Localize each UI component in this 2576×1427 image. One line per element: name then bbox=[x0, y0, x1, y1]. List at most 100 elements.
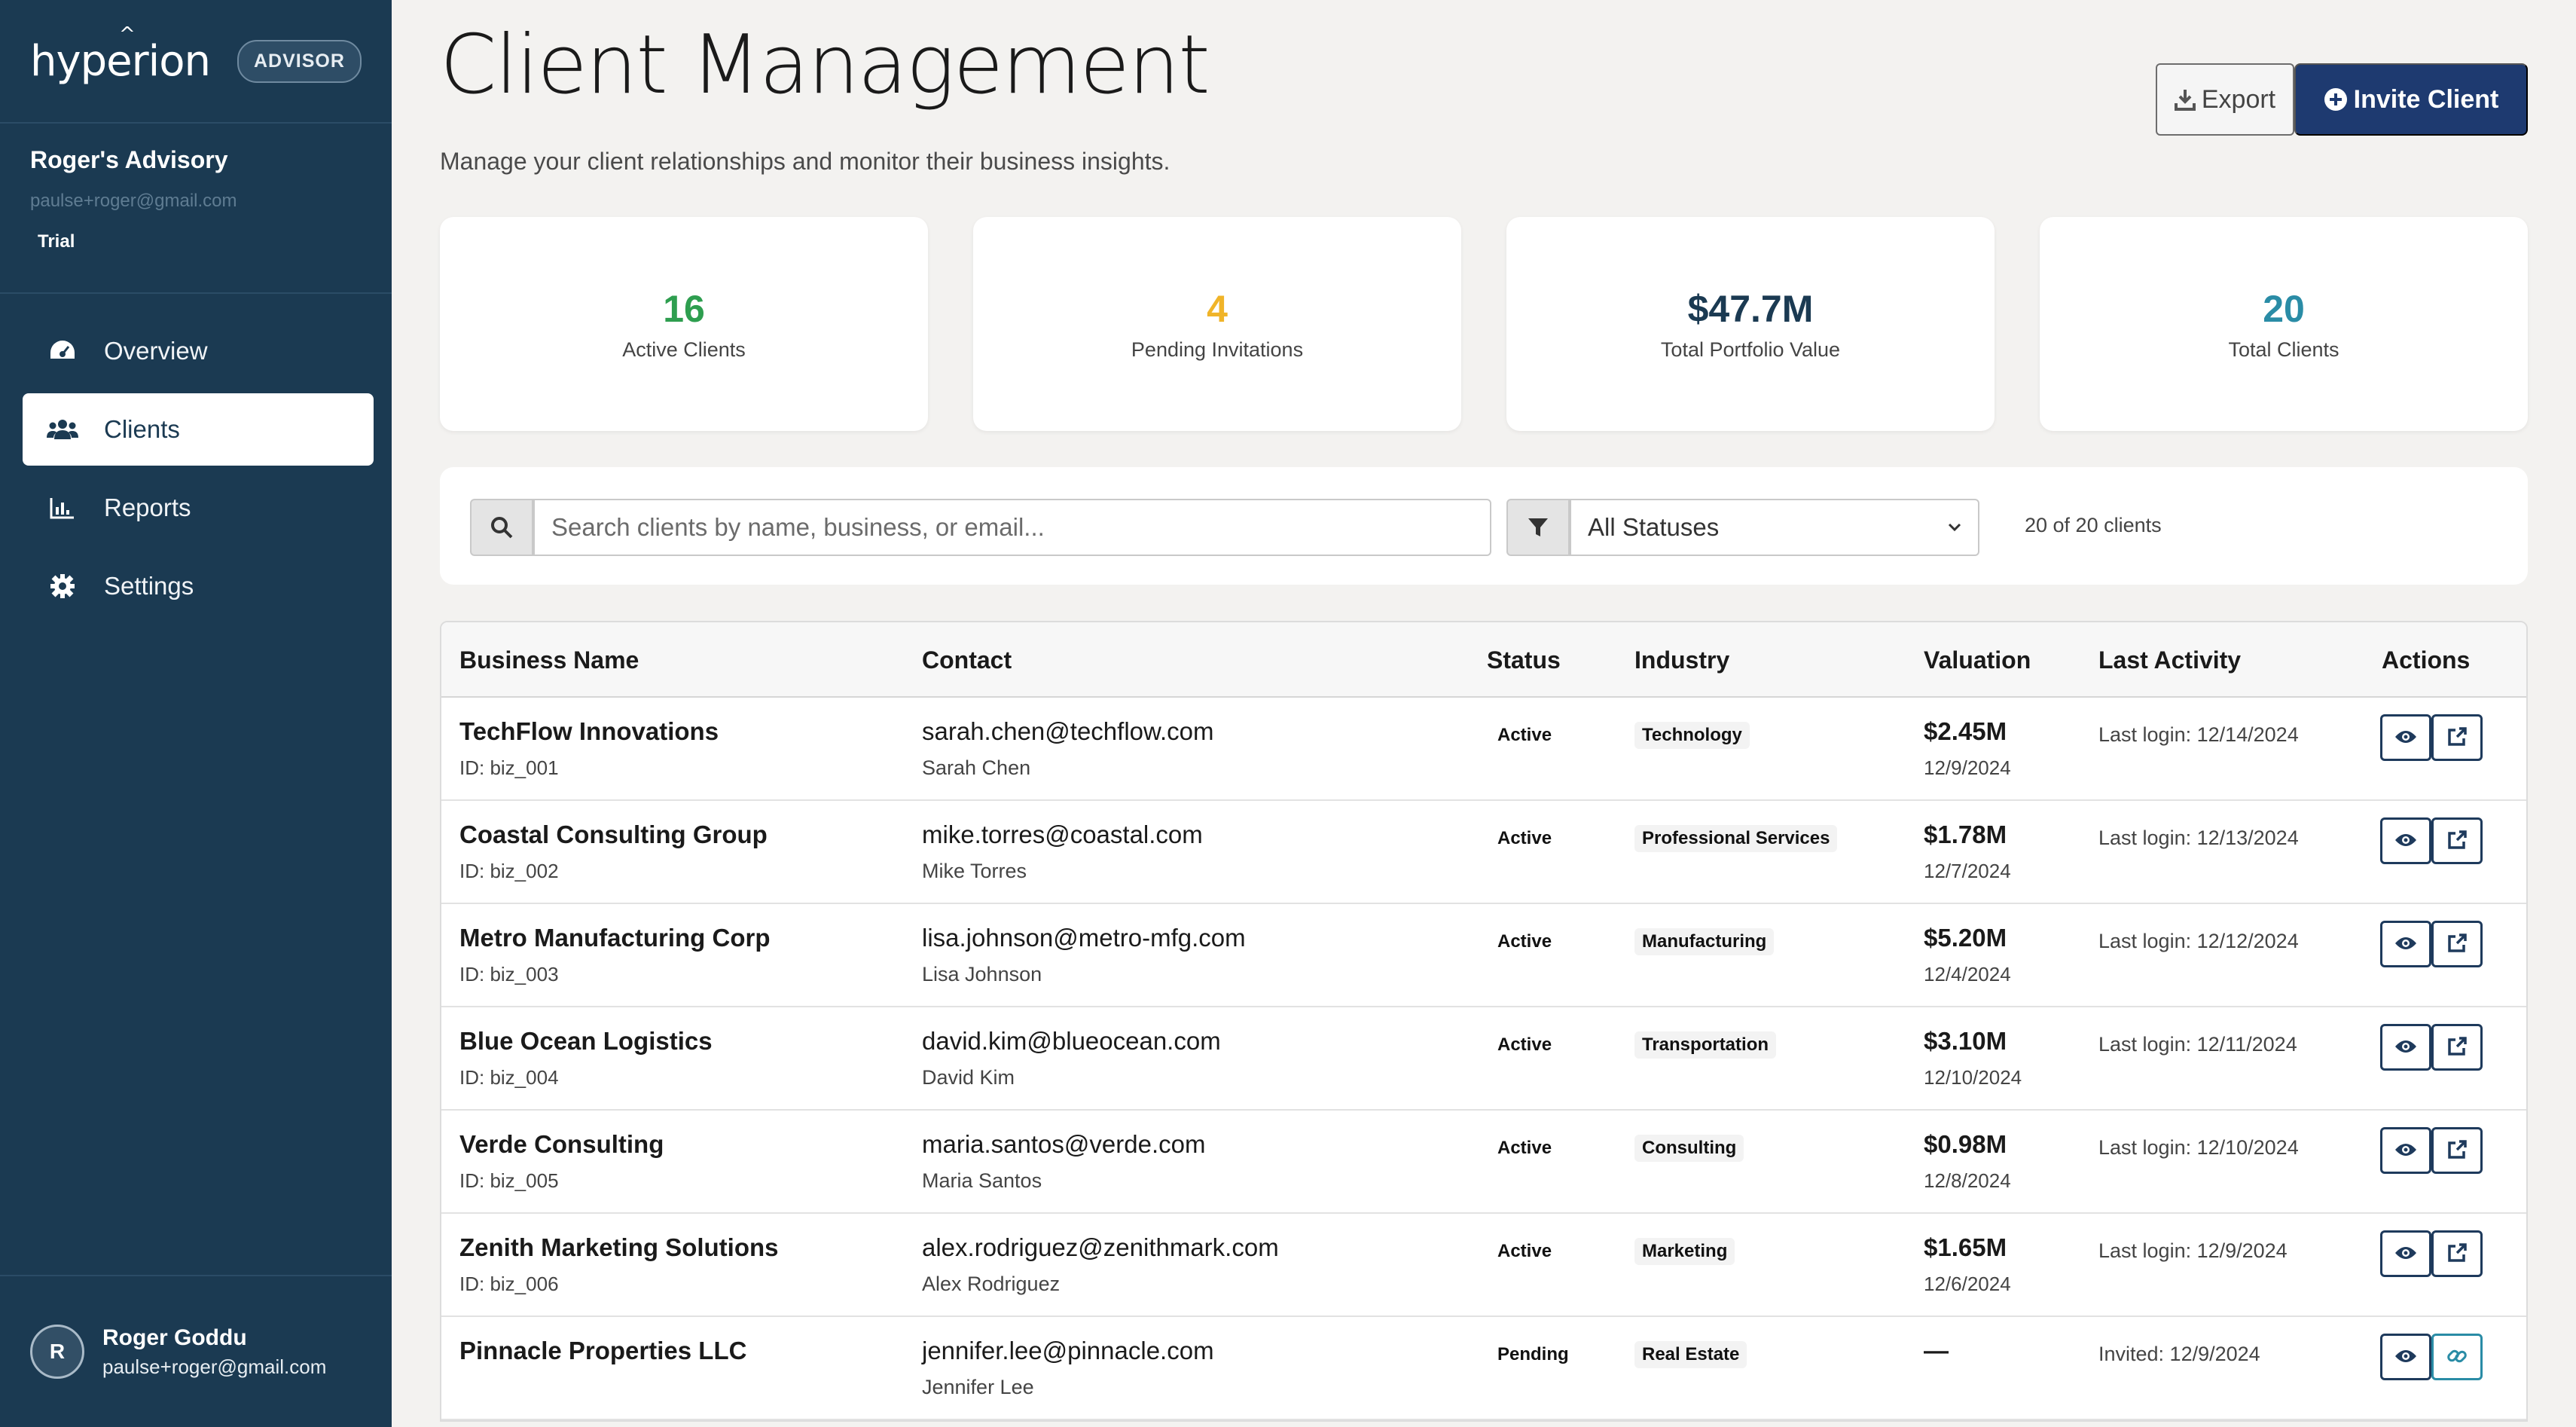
valuation-cell: $1.65M 12/6/2024 bbox=[1924, 1233, 2011, 1296]
download-icon bbox=[2174, 90, 2196, 111]
table-body: TechFlow Innovations ID: biz_001 sarah.c… bbox=[441, 698, 2526, 1420]
contact-email[interactable]: mike.torres@coastal.com bbox=[922, 820, 1203, 849]
col-contact[interactable]: Contact bbox=[922, 646, 1012, 674]
open-client-button[interactable] bbox=[2431, 1127, 2483, 1174]
open-client-button[interactable] bbox=[2431, 1230, 2483, 1277]
contact-email[interactable]: jennifer.lee@pinnacle.com bbox=[922, 1337, 1214, 1365]
contact-email[interactable]: maria.santos@verde.com bbox=[922, 1130, 1205, 1159]
contact-email[interactable]: sarah.chen@techflow.com bbox=[922, 717, 1214, 746]
view-client-button[interactable] bbox=[2380, 1334, 2431, 1380]
actions-cell bbox=[2380, 714, 2483, 761]
clients-table: Business Name Contact Status Industry Va… bbox=[440, 621, 2528, 1422]
business-name[interactable]: Verde Consulting bbox=[459, 1130, 664, 1159]
view-client-button[interactable] bbox=[2380, 1230, 2431, 1277]
user-profile[interactable]: R Roger Goddu paulse+roger@gmail.com bbox=[0, 1275, 392, 1427]
sidebar-item-overview[interactable]: Overview bbox=[23, 315, 374, 387]
valuation-cell: $2.45M 12/9/2024 bbox=[1924, 717, 2011, 780]
open-client-button[interactable] bbox=[2431, 921, 2483, 967]
business-name[interactable]: Pinnacle Properties LLC bbox=[459, 1337, 746, 1365]
contact-cell: maria.santos@verde.com Maria Santos bbox=[922, 1130, 1205, 1193]
sidebar-item-clients[interactable]: Clients bbox=[23, 393, 374, 466]
view-client-button[interactable] bbox=[2380, 817, 2431, 864]
business-name[interactable]: TechFlow Innovations bbox=[459, 717, 719, 746]
plus-circle-icon bbox=[2324, 88, 2347, 111]
contact-name: Jennifer Lee bbox=[922, 1376, 1034, 1398]
valuation-cell: $1.78M 12/7/2024 bbox=[1924, 820, 2011, 883]
open-client-button[interactable] bbox=[2431, 817, 2483, 864]
contact-email[interactable]: lisa.johnson@metro-mfg.com bbox=[922, 924, 1246, 952]
table-row[interactable]: Coastal Consulting Group ID: biz_002 mik… bbox=[441, 801, 2526, 904]
col-valuation[interactable]: Valuation bbox=[1924, 646, 2031, 674]
valuation-date: 12/7/2024 bbox=[1924, 860, 2011, 882]
eye-icon bbox=[2394, 1349, 2417, 1366]
contact-email[interactable]: alex.rodriguez@zenithmark.com bbox=[922, 1233, 1279, 1262]
table-row[interactable]: Zenith Marketing Solutions ID: biz_006 a… bbox=[441, 1214, 2526, 1317]
stats-row: 16 Active Clients 4 Pending Invitations … bbox=[440, 217, 2528, 431]
business-id: ID: biz_002 bbox=[459, 860, 559, 882]
filter-icon bbox=[1528, 518, 1548, 536]
invite-client-button[interactable]: Invite Client bbox=[2294, 63, 2528, 136]
table-header: Business Name Contact Status Industry Va… bbox=[441, 622, 2526, 698]
filter-button[interactable] bbox=[1506, 499, 1570, 556]
col-business-name[interactable]: Business Name bbox=[459, 646, 639, 674]
table-row[interactable]: Metro Manufacturing Corp ID: biz_003 lis… bbox=[441, 904, 2526, 1007]
col-status[interactable]: Status bbox=[1487, 646, 1561, 674]
table-row[interactable]: Blue Ocean Logistics ID: biz_004 david.k… bbox=[441, 1007, 2526, 1111]
actions-cell bbox=[2380, 1024, 2483, 1071]
sidebar-item-label: Clients bbox=[104, 415, 180, 443]
contact-email[interactable]: david.kim@blueocean.com bbox=[922, 1027, 1221, 1056]
eye-icon bbox=[2394, 833, 2417, 850]
valuation-cell: $5.20M 12/4/2024 bbox=[1924, 924, 2011, 986]
status-cell: Active bbox=[1490, 928, 1559, 955]
industry-badge: Real Estate bbox=[1634, 1341, 1747, 1368]
industry-badge: Marketing bbox=[1634, 1238, 1735, 1265]
external-link-icon bbox=[2446, 1139, 2468, 1163]
view-client-button[interactable] bbox=[2380, 921, 2431, 967]
export-button[interactable]: Export bbox=[2156, 63, 2294, 136]
external-link-icon bbox=[2446, 830, 2468, 853]
sidebar-item-reports[interactable]: Reports bbox=[23, 472, 374, 544]
search-input[interactable] bbox=[533, 499, 1491, 556]
sidebar-item-settings[interactable]: Settings bbox=[23, 550, 374, 622]
status-badge: Active bbox=[1497, 931, 1552, 952]
business-cell: Metro Manufacturing Corp ID: biz_003 bbox=[459, 924, 770, 986]
eye-icon bbox=[2394, 729, 2417, 747]
user-email: paulse+roger@gmail.com bbox=[102, 1355, 327, 1378]
business-name[interactable]: Zenith Marketing Solutions bbox=[459, 1233, 779, 1262]
industry-badge: Technology bbox=[1634, 722, 1750, 749]
hyperion-logo[interactable]: ^ hyperion bbox=[30, 25, 211, 86]
table-row[interactable]: Verde Consulting ID: biz_005 maria.santo… bbox=[441, 1111, 2526, 1214]
last-activity: Last login: 12/12/2024 bbox=[2098, 930, 2299, 952]
last-activity: Last login: 12/14/2024 bbox=[2098, 723, 2299, 746]
open-client-button[interactable] bbox=[2431, 714, 2483, 761]
table-row[interactable]: TechFlow Innovations ID: biz_001 sarah.c… bbox=[441, 698, 2526, 801]
valuation-cell: $0.98M 12/8/2024 bbox=[1924, 1130, 2011, 1193]
valuation-amount: $0.98M bbox=[1924, 1130, 2007, 1158]
view-client-button[interactable] bbox=[2380, 1024, 2431, 1071]
view-client-button[interactable] bbox=[2380, 1127, 2431, 1174]
business-name[interactable]: Coastal Consulting Group bbox=[459, 820, 768, 849]
account-name: Roger's Advisory bbox=[30, 146, 228, 173]
stat-value: 4 bbox=[1207, 287, 1228, 330]
valuation-date: 12/8/2024 bbox=[1924, 1169, 2011, 1192]
business-name[interactable]: Metro Manufacturing Corp bbox=[459, 924, 770, 952]
valuation-date: 12/10/2024 bbox=[1924, 1066, 2022, 1089]
industry-badge: Consulting bbox=[1634, 1135, 1744, 1162]
col-last-activity[interactable]: Last Activity bbox=[2098, 646, 2241, 674]
page-subtitle: Manage your client relationships and mon… bbox=[440, 148, 1170, 175]
view-client-button[interactable] bbox=[2380, 714, 2431, 761]
status-badge: Active bbox=[1497, 725, 1552, 745]
search-button[interactable] bbox=[470, 499, 533, 556]
last-activity: Last login: 12/10/2024 bbox=[2098, 1136, 2299, 1159]
copy-invite-link-button[interactable] bbox=[2431, 1334, 2483, 1380]
table-row[interactable]: Pinnacle Properties LLC jennifer.lee@pin… bbox=[441, 1317, 2526, 1420]
sidebar-item-label: Reports bbox=[104, 493, 191, 521]
open-client-button[interactable] bbox=[2431, 1024, 2483, 1071]
status-cell: Pending bbox=[1490, 1341, 1576, 1368]
industry-badge: Manufacturing bbox=[1634, 928, 1775, 955]
valuation-amount: $1.65M bbox=[1924, 1233, 2007, 1261]
business-name[interactable]: Blue Ocean Logistics bbox=[459, 1027, 713, 1056]
status-filter-select[interactable]: All Statuses bbox=[1570, 499, 1979, 556]
col-industry[interactable]: Industry bbox=[1634, 646, 1729, 674]
industry-cell: Marketing bbox=[1634, 1238, 1735, 1265]
